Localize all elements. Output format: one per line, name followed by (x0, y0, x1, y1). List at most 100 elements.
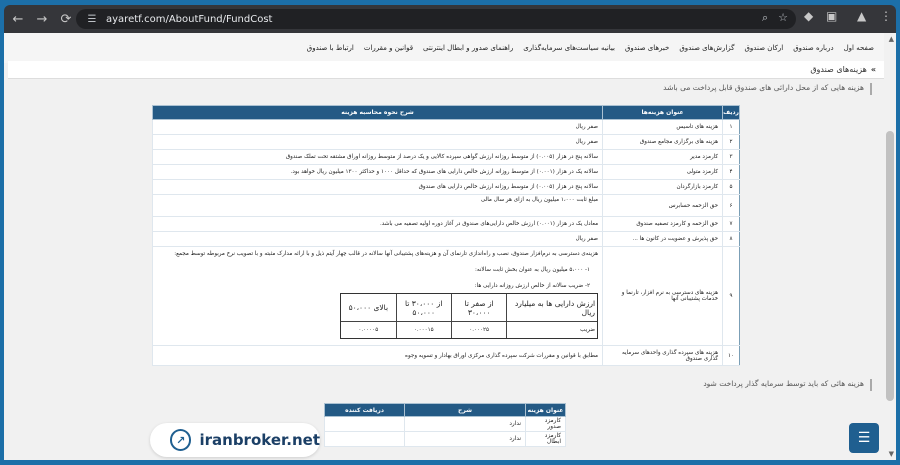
table-row: ۹ هزینه های دسترسی به نرم افزار، تارنما … (151, 246, 740, 346)
coefficient-header: از صفر تا ۳۰،۰۰۰ (450, 294, 506, 321)
nav-item-pillars[interactable]: ارکان صندوق (744, 44, 783, 52)
row-description: صفر ریال (151, 134, 603, 150)
row-title: هزینه های سپرده گذاری واحدهای سرمایه گذا… (602, 345, 723, 366)
table-row: ۶ حق الزحمه حسابرس مبلغ ثابت ۱،۰۰۰ میلیو… (151, 194, 740, 217)
watermark-logo-icon: ↗ (170, 429, 192, 451)
row-receiver (324, 416, 405, 432)
nav-item-home[interactable]: صفحه اول (844, 44, 874, 52)
row-title: هزینه های برگزاری مجامع صندوق (602, 134, 723, 150)
scroll-up-icon[interactable]: ▲ (889, 35, 894, 43)
fund-costs-table: ردیف عنوان هزینه‌ها شرح نحوه محاسبه هزین… (151, 105, 740, 366)
bookmark-star-icon[interactable]: ☆ (778, 11, 788, 25)
nav-item-reports[interactable]: گزارش‌های صندوق (679, 44, 734, 52)
scrollbar-thumb[interactable] (886, 131, 894, 401)
row-number: ۴ (722, 164, 740, 180)
browser-toolbar: ← → ⟳ ☰ ayaretf.com/AboutFund/FundCost ⌕… (4, 5, 896, 33)
forward-icon[interactable]: → (32, 9, 52, 29)
row-description: سالانه پنج در هزار (۰.۰۰۵) از متوسط روزا… (151, 179, 603, 195)
fund-costs-heading: هزینه هایی که از محل دارائی های صندوق قا… (663, 83, 864, 92)
row-description: مبلغ ثابت ۱،۰۰۰ میلیون ریال به ازای هر س… (151, 194, 603, 217)
header-description: شرح نحوه محاسبه هزینه (151, 105, 604, 120)
row-number: ۷ (722, 216, 740, 232)
table-header-row: ردیف عنوان هزینه‌ها شرح نحوه محاسبه هزین… (151, 105, 740, 120)
row-number: ۹ (722, 246, 740, 346)
scrollbar[interactable]: ▲ ▼ (884, 33, 896, 460)
profile-icon[interactable]: ▲ (857, 9, 866, 23)
row-title: حق الزحمه حسابرس (602, 194, 723, 217)
nav-item-rules[interactable]: قوانین و مقررات (364, 44, 413, 52)
row-receiver (324, 431, 405, 447)
table-row: ۱۰ هزینه های سپرده گذاری واحدهای سرمایه … (151, 345, 740, 366)
site-nav: صفحه اول درباره صندوق ارکان صندوق گزارش‌… (4, 33, 884, 63)
coefficient-value: ۰.۰۰۰۰۵ (358, 327, 379, 333)
chat-icon: ☰ (857, 430, 871, 446)
page-viewport: صفحه اول درباره صندوق ارکان صندوق گزارش‌… (4, 33, 896, 460)
reload-icon[interactable]: ⟳ (56, 9, 76, 29)
nav-item-guide[interactable]: راهنمای صدور و ابطال اینترنتی (423, 44, 513, 52)
row-title: حق الزحمه و کارمزد تصفیه صندوق (602, 216, 723, 232)
row-description: هزینه‌ی دسترسی به نرم‌افزار صندوق، نصب و… (151, 246, 603, 346)
page-title: هزینه‌های صندوق (810, 65, 867, 74)
section-marker (870, 83, 872, 95)
extension-icon[interactable]: ◆ (804, 9, 813, 23)
nav-item-contact[interactable]: ارتباط با صندوق (307, 44, 354, 52)
row-number: ۱ (722, 119, 740, 135)
row-number: ۶ (722, 194, 740, 217)
row-title: حق پذیرش و عضویت در کانون ها ... (602, 231, 723, 247)
software-cost-item: ۱- ۵،۰۰۰ میلیون ریال به عنوان بخش ثابت س… (474, 267, 591, 273)
coefficient-header: ارزش دارایی ها به میلیارد ریال (506, 294, 597, 321)
chat-button[interactable]: ☰ (849, 423, 879, 453)
coefficient-header: از ۳۰،۰۰۰ تا ۵۰،۰۰۰ (395, 294, 451, 321)
row-number: ۸ (722, 231, 740, 247)
row-title: کارمزد مدیر (602, 149, 723, 165)
row-number: ۵ (722, 179, 740, 195)
table-row: ۸ حق پذیرش و عضویت در کانون ها ... صفر ر… (151, 231, 740, 247)
coefficient-table: ارزش دارایی ها به میلیارد ریال از صفر تا… (340, 293, 599, 339)
extensions-puzzle-icon[interactable]: ▣ (826, 9, 837, 23)
row-title: هزینه های دسترسی به نرم افزار، تارنما و … (602, 246, 723, 346)
row-number: ۲ (722, 134, 740, 150)
site-info-icon[interactable]: ☰ (84, 11, 100, 27)
row-description: سالانه یک در هزار (۰.۰۰۱) از متوسط روزان… (151, 164, 603, 180)
url-text[interactable]: ayaretf.com/AboutFund/FundCost (106, 14, 272, 25)
header-title: عنوان هزینه (525, 403, 566, 417)
table-row: کارمزد صدور ندارد (324, 416, 566, 432)
row-title: کارمزد متولی (602, 164, 723, 180)
row-title: کارمزد ابطال (525, 431, 566, 447)
scroll-down-icon[interactable]: ▼ (889, 450, 894, 458)
coefficient-value: ۰.۰۰۰۲۵ (450, 322, 506, 338)
back-icon[interactable]: ← (8, 9, 28, 29)
menu-icon[interactable]: ⋮ (880, 9, 892, 23)
nav-item-policy[interactable]: بیانیه سیاست‌های سرمایه‌گذاری (523, 44, 615, 52)
row-title: کارمزد بازارگردان (602, 179, 723, 195)
header-title: عنوان هزینه‌ها (602, 105, 724, 120)
breadcrumb: » هزینه‌های صندوق (8, 61, 884, 79)
coefficient-header: بالای ۵۰،۰۰۰ (348, 303, 389, 312)
table-row: ۲ هزینه های برگزاری مجامع صندوق صفر ریال (151, 134, 740, 150)
table-row: ۴ کارمزد متولی سالانه یک در هزار (۰.۰۰۱)… (151, 164, 740, 180)
zoom-icon[interactable]: ⌕ (762, 11, 768, 25)
row-number: ۳ (722, 149, 740, 165)
row-description: صفر ریال (151, 119, 603, 135)
table-row: کارمزد ابطال ندارد (324, 431, 566, 447)
row-description: ندارد (404, 431, 526, 447)
row-description: معادل یک در هزار (۰.۰۰۱) ارزش خالص دارای… (151, 216, 603, 232)
breadcrumb-arrow-icon: » (870, 65, 876, 74)
section-marker (870, 379, 872, 391)
table-row: ۱ هزینه های تاسیس صفر ریال (151, 119, 740, 135)
software-cost-item: ۲- ضریب سالانه از خالص ارزش روزانه دارای… (474, 283, 591, 289)
nav-item-about[interactable]: درباره صندوق (793, 44, 833, 52)
header-row-number: ردیف (722, 105, 740, 120)
row-description: سالانه پنج در هزار (۰.۰۰۵) از متوسط روزا… (151, 149, 603, 165)
address-bar[interactable]: ☰ ayaretf.com/AboutFund/FundCost ⌕ ☆ (76, 9, 796, 29)
row-description: ندارد (404, 416, 526, 432)
watermark: ↗ iranbroker.net (150, 423, 320, 457)
page: صفحه اول درباره صندوق ارکان صندوق گزارش‌… (4, 33, 884, 460)
row-title: کارمزد صدور (525, 416, 566, 432)
table-row: ۵ کارمزد بازارگردان سالانه پنج در هزار (… (151, 179, 740, 195)
watermark-text: iranbroker.net (199, 431, 320, 449)
coefficient-value: ۰.۰۰۰۱۵ (395, 322, 451, 338)
software-cost-intro: هزینه‌ی دسترسی به نرم‌افزار صندوق، نصب و… (174, 251, 599, 257)
nav-item-news[interactable]: خبرهای صندوق (625, 44, 669, 52)
row-description: مطابق با قوانین و مقررات شرکت سپرده گذار… (151, 345, 603, 366)
